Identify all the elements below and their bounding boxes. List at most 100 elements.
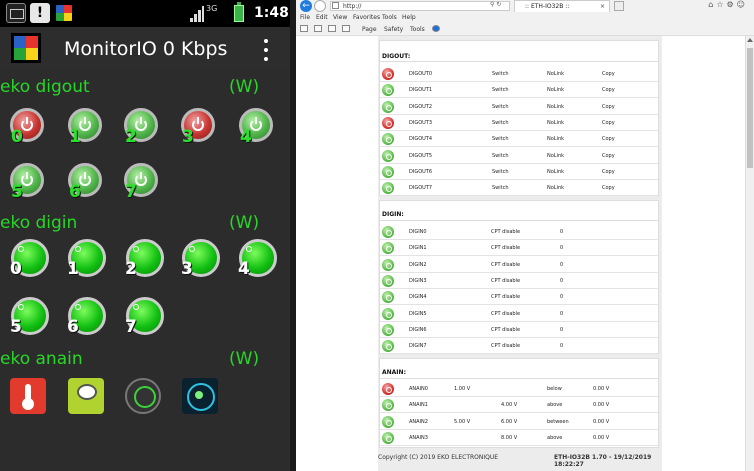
forward-button[interactable] [314, 0, 326, 12]
overflow-menu-icon[interactable] [262, 39, 270, 61]
digin-status-led-icon[interactable] [382, 242, 394, 255]
menu-view[interactable]: View [333, 14, 347, 21]
anain-high: 4.00 V [501, 402, 518, 409]
digin-mode: CPT disable [491, 310, 521, 317]
digout-status-led-icon[interactable] [382, 149, 394, 162]
digout-status-led-icon[interactable] [382, 133, 394, 146]
menu-edit[interactable]: Edit [316, 14, 328, 21]
table-row: DIGIN3 CPT disable 0 [380, 273, 660, 289]
digout-status-led-icon[interactable] [382, 68, 394, 80]
anain-panel-title: ANAIN: [382, 369, 406, 376]
digout-type: Switch [492, 87, 509, 94]
digin-status-led-icon[interactable] [382, 291, 394, 304]
menu-help[interactable]: Help [402, 14, 416, 21]
print-icon[interactable] [342, 25, 350, 32]
favorites-icon[interactable]: ☆ [716, 0, 726, 9]
alert-icon[interactable]: ! [30, 3, 50, 23]
digin-count: 0 [560, 277, 564, 284]
refresh-icon[interactable]: ↻ [496, 1, 501, 8]
digout-status-led-icon[interactable] [382, 84, 394, 97]
digin-status-led-icon[interactable] [382, 226, 394, 238]
digout-link: NoLink [547, 152, 565, 159]
back-button[interactable]: ← [300, 0, 312, 12]
digout-label: 0 [11, 127, 23, 147]
feeds-icon[interactable] [314, 25, 322, 32]
digout-action[interactable]: Copy [602, 169, 615, 175]
digout-name: DIGOUT5 [409, 152, 433, 159]
menu-tools[interactable]: Tools [382, 14, 397, 21]
digin-status-led-icon[interactable] [382, 307, 394, 320]
digin-status-led-icon[interactable] [382, 340, 394, 353]
digout-label: 7 [125, 182, 137, 202]
anain-status-led-icon[interactable] [382, 431, 394, 444]
table-row: DIGIN7 CPT disable 0 [380, 338, 660, 355]
anain-name: ANAIN3 [409, 434, 428, 441]
scale-icon[interactable] [68, 378, 104, 414]
radar-icon[interactable] [182, 378, 218, 414]
cmd-page[interactable]: Page [362, 26, 377, 33]
digout-action[interactable]: Copy [602, 87, 615, 93]
home-cmd-icon[interactable] [300, 25, 308, 32]
cmd-tools[interactable]: Tools [410, 26, 425, 33]
anain-status-led-icon[interactable] [382, 383, 394, 395]
gauge-icon[interactable] [125, 378, 161, 414]
anain-panel: ANAIN: ANAIN0 1.00 V below 0.00 V ANAIN1 4.00… [379, 358, 660, 448]
digout-action[interactable]: Copy [602, 153, 615, 159]
help-icon[interactable] [432, 25, 440, 32]
digout-label: 6 [69, 182, 81, 202]
signal-icon [190, 6, 204, 22]
cmd-safety[interactable]: Safety [384, 26, 403, 33]
digout-status-led-icon[interactable] [382, 100, 394, 113]
thermometer-icon[interactable] [10, 378, 46, 414]
tab-title: :: ETH-IO32B :: [525, 3, 570, 10]
digout-status-led-icon[interactable] [382, 116, 394, 129]
digin-count: 0 [560, 294, 564, 301]
settings-icon[interactable]: ⚙ [726, 0, 736, 9]
smiley-icon[interactable]: ☺ [737, 0, 748, 9]
digout-link: NoLink [547, 185, 565, 192]
app-notification-icon[interactable] [54, 3, 74, 23]
menu-file[interactable]: File [300, 14, 310, 21]
new-tab-button[interactable] [614, 1, 624, 11]
footer-version: ETH-IO32B 1.70 - 19/12/2019 18:22:27 [554, 454, 652, 468]
app-logo-icon[interactable] [11, 33, 41, 63]
anain-status-led-icon[interactable] [382, 399, 394, 412]
digin-status-led-icon[interactable] [382, 323, 394, 336]
anain-low: 1.00 V [454, 386, 471, 392]
digout-status-led-icon[interactable] [382, 165, 394, 178]
vertical-scrollbar[interactable] [745, 36, 754, 471]
digout-action[interactable]: Copy [602, 104, 615, 110]
digout-name: DIGOUT0 [409, 71, 433, 77]
digout-type: Switch [492, 152, 509, 159]
digout-action[interactable]: Copy [602, 185, 615, 191]
address-bar[interactable]: http:// [330, 1, 510, 11]
digout-type: Switch [492, 71, 509, 77]
tab-close-icon[interactable]: × [600, 1, 605, 12]
digin-mode: CPT disable [491, 294, 521, 301]
digin-write-mode[interactable]: (W) [229, 213, 259, 233]
digin-count: 0 [560, 245, 564, 252]
tab-active[interactable]: :: ETH-IO32B :: × [514, 0, 610, 12]
search-icon[interactable]: ⚲ [490, 1, 494, 8]
digout-action[interactable]: Copy [602, 136, 615, 142]
mail-icon[interactable] [328, 25, 336, 32]
digout-action[interactable]: Copy [602, 71, 615, 77]
digin-name: DIGIN4 [409, 294, 427, 301]
menu-favorites[interactable]: Favorites [353, 14, 380, 21]
table-row: DIGOUT0 Switch NoLink Copy [380, 66, 660, 82]
scroll-thumb[interactable] [747, 48, 753, 168]
digout-action[interactable]: Copy [602, 120, 615, 126]
anain-status-led-icon[interactable] [382, 415, 394, 428]
digin-status-led-icon[interactable] [382, 274, 394, 287]
anain-name: ANAIN1 [409, 402, 428, 409]
scroll-up-icon[interactable] [747, 38, 753, 42]
notification-icon[interactable] [6, 3, 26, 23]
digout-name: DIGOUT7 [409, 185, 433, 192]
digout-write-mode[interactable]: (W) [229, 77, 259, 97]
digout-link: NoLink [547, 168, 565, 175]
anain-write-mode[interactable]: (W) [229, 349, 259, 369]
digout-status-led-icon[interactable] [382, 182, 394, 195]
table-row: DIGOUT1 Switch NoLink Copy [380, 82, 660, 99]
digin-status-led-icon[interactable] [382, 258, 394, 271]
digout-type: Switch [492, 103, 509, 110]
